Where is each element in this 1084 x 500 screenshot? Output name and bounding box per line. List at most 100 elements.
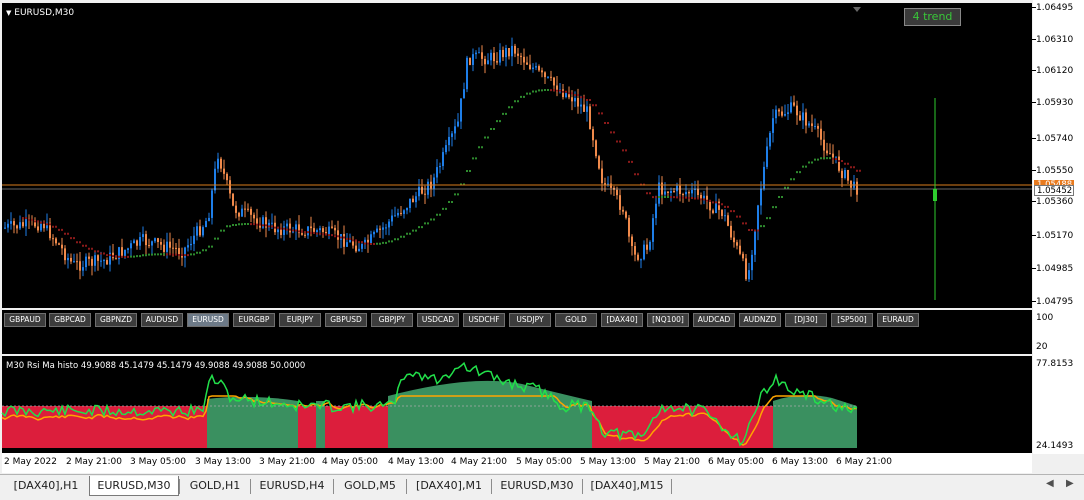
candle-body: [709, 201, 711, 211]
candle-body: [433, 177, 435, 189]
candle-body: [310, 226, 312, 229]
chevron-right-icon[interactable]: ▶: [1066, 478, 1074, 489]
symbol-button-eurjpy[interactable]: EURJPY: [279, 313, 321, 327]
price-axis-tick: [1032, 170, 1036, 171]
candle-body: [697, 188, 699, 195]
symbol-button-euraud[interactable]: EURAUD: [877, 313, 919, 327]
marker-bar: [933, 189, 937, 201]
candle-body: [571, 97, 573, 102]
candle-body: [25, 218, 27, 227]
tab-1[interactable]: [DAX40],H1: [4, 476, 88, 496]
time-axis-label: 3 May 13:00: [195, 457, 251, 467]
candle-body: [106, 260, 108, 265]
candle-body: [619, 195, 621, 210]
candle-body: [799, 115, 801, 121]
tab-separator: [250, 479, 251, 494]
candle-body: [736, 242, 738, 246]
histogram-bear-block: [592, 406, 773, 448]
candle-body: [583, 104, 585, 112]
candle-body: [7, 223, 9, 228]
symbol-button-gbpaud[interactable]: GBPAUD: [4, 313, 46, 327]
candle-body: [631, 236, 633, 247]
symbol-button-dax40[interactable]: [DAX40]: [601, 313, 643, 327]
candle-body: [553, 77, 555, 86]
candle-body: [646, 244, 648, 250]
price-axis-label: 1.04985: [1036, 264, 1074, 274]
tab-5[interactable]: GOLD,M5: [334, 476, 406, 496]
symbol-button-audcad[interactable]: AUDCAD: [693, 313, 735, 327]
tab-7[interactable]: EURUSD,M30: [492, 476, 582, 496]
symbol-button-audnzd[interactable]: AUDNZD: [739, 313, 781, 327]
candle-body: [814, 125, 816, 127]
symbol-button-gbpnzd[interactable]: GBPNZD: [95, 313, 137, 327]
candle-body: [121, 247, 123, 257]
candle-body: [484, 58, 486, 65]
candle-body: [463, 89, 465, 99]
candle-body: [730, 225, 732, 238]
indicator-axis-bottom: 24.1493: [1036, 441, 1074, 451]
scroll-marker-icon[interactable]: [853, 7, 861, 12]
candle-body: [772, 118, 774, 133]
price-axis-tick: [1032, 70, 1036, 71]
candle-body: [214, 168, 216, 191]
symbol-button-nq100[interactable]: [NQ100]: [647, 313, 689, 327]
triangle-down-icon[interactable]: ▼: [6, 9, 11, 17]
candle-body: [781, 111, 783, 116]
price-axis-label: 1.06120: [1036, 66, 1074, 76]
candle-body: [505, 47, 507, 58]
symbol-button-usdchf[interactable]: USDCHF: [463, 313, 505, 327]
candle-body: [349, 239, 351, 243]
symbol-button-sp500[interactable]: [SP500]: [831, 313, 873, 327]
tab-4[interactable]: EURUSD,H4: [251, 476, 333, 496]
candle-body: [148, 245, 150, 247]
symbol-button-gbpcad[interactable]: GBPCAD: [49, 313, 91, 327]
candle-body: [253, 214, 255, 219]
candle-body: [460, 98, 462, 122]
chevron-left-icon[interactable]: ◀: [1046, 478, 1054, 489]
tab-separator: [179, 479, 180, 494]
candle-body: [142, 234, 144, 238]
chart-window: ▼ EURUSD,M30 4 trend 1.05488 1.05452 100…: [0, 0, 1084, 500]
candle-body: [406, 207, 408, 211]
symbol-button-eurgbp[interactable]: EURGBP: [233, 313, 275, 327]
price-axis-label: 1.05550: [1036, 166, 1074, 176]
candle-body: [286, 223, 288, 227]
candle-body: [190, 243, 192, 246]
candle-body: [346, 242, 348, 247]
time-axis-label: 6 May 05:00: [708, 457, 764, 467]
symbol-button-usdcad[interactable]: USDCAD: [417, 313, 459, 327]
tab-2[interactable]: EURUSD,M30: [89, 476, 179, 496]
candle-body: [784, 114, 786, 116]
candle-body: [688, 192, 690, 194]
price-axis-label: 1.05170: [1036, 231, 1074, 241]
time-axis-label: 6 May 13:00: [772, 457, 828, 467]
candle-body: [391, 215, 393, 222]
tab-6[interactable]: [DAX40],M1: [407, 476, 491, 496]
candle-body: [394, 215, 396, 217]
tab-separator: [406, 479, 407, 494]
symbol-button-audusd[interactable]: AUDUSD: [141, 313, 183, 327]
symbol-button-eurusd[interactable]: EURUSD: [187, 313, 229, 327]
candle-body: [589, 106, 591, 130]
symbol-button-gold[interactable]: GOLD: [555, 313, 597, 327]
symbol-button-usdjpy[interactable]: USDJPY: [509, 313, 551, 327]
symbol-button-gbpjpy[interactable]: GBPJPY: [371, 313, 413, 327]
candle-body: [412, 198, 414, 203]
candle-body: [250, 208, 252, 215]
tab-3[interactable]: GOLD,H1: [180, 476, 250, 496]
tab-8[interactable]: [DAX40],M15: [583, 476, 671, 496]
candle-body: [307, 226, 309, 236]
candle-body: [67, 257, 69, 261]
candle-body: [718, 201, 720, 210]
symbol-button-gbpusd[interactable]: GBPUSD: [325, 313, 367, 327]
tab-separator: [582, 479, 583, 494]
candle-body: [154, 238, 156, 242]
symbol-button-dj30[interactable]: [DJ30]: [785, 313, 827, 327]
candle-body: [481, 52, 483, 59]
candle-body: [691, 189, 693, 194]
candle-body: [202, 227, 204, 236]
trend-button[interactable]: 4 trend: [904, 8, 961, 26]
candle-body: [625, 211, 627, 218]
candle-body: [301, 233, 303, 235]
candle-body: [235, 205, 237, 213]
